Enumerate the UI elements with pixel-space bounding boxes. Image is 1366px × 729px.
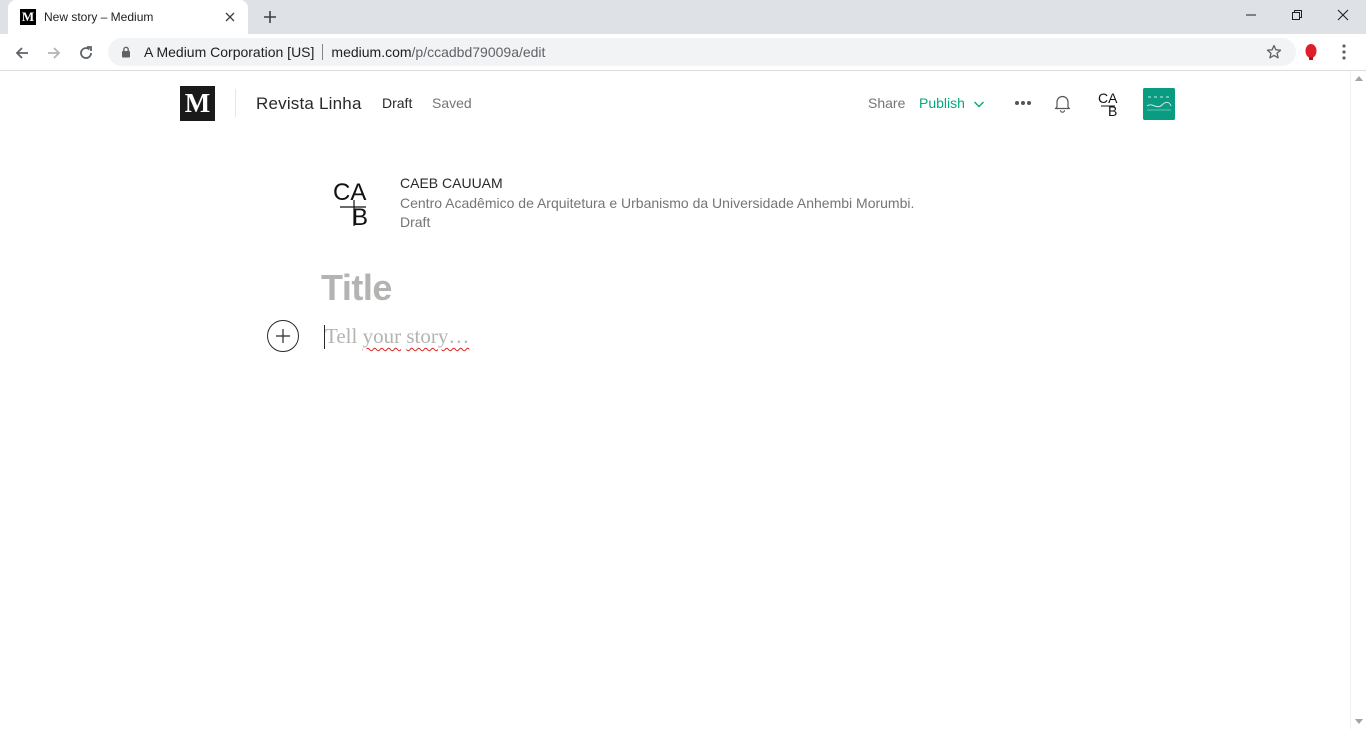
publication-avatar[interactable]: CA B — [1095, 89, 1125, 119]
title-placeholder[interactable]: Title — [321, 267, 392, 309]
plus-icon[interactable] — [267, 320, 299, 352]
author-logo[interactable]: CA B — [332, 178, 378, 231]
tab-strip: M New story – Medium — [0, 0, 1366, 34]
browser-toolbar: A Medium Corporation [US] medium.com/p/c… — [0, 34, 1366, 71]
user-avatar[interactable] — [1143, 88, 1175, 120]
url-path: /p/ccadbd79009a/edit — [411, 44, 546, 60]
browser-menu-icon[interactable] — [1336, 40, 1352, 64]
story-word: Tell — [325, 324, 358, 348]
vertical-scrollbar[interactable] — [1350, 71, 1366, 729]
publication-name[interactable]: Revista Linha — [256, 94, 362, 114]
omnibox-separator — [322, 44, 324, 60]
url-host: medium.com — [331, 44, 412, 60]
scroll-up-arrow-icon[interactable] — [1355, 76, 1363, 81]
minimize-button[interactable] — [1228, 0, 1274, 30]
svg-text:B: B — [1108, 103, 1117, 119]
browser-tab[interactable]: M New story – Medium — [8, 0, 248, 34]
address-bar[interactable]: A Medium Corporation [US] medium.com/p/c… — [108, 38, 1296, 66]
saved-status: Saved — [432, 95, 472, 111]
medium-favicon-icon: M — [20, 9, 36, 25]
reload-icon[interactable] — [72, 39, 100, 67]
site-identity: A Medium Corporation [US] — [144, 44, 315, 60]
restore-button[interactable] — [1274, 0, 1320, 30]
close-tab-icon[interactable] — [222, 9, 238, 25]
publish-button[interactable]: Publish — [919, 95, 985, 111]
tab-title: New story – Medium — [44, 10, 154, 24]
scroll-down-arrow-icon[interactable] — [1355, 719, 1363, 724]
share-button[interactable]: Share — [868, 95, 905, 111]
publish-label: Publish — [919, 95, 965, 111]
bell-icon[interactable] — [1053, 93, 1072, 113]
forward-arrow-icon[interactable] — [40, 39, 68, 67]
draft-label: Draft — [382, 95, 413, 111]
author-status: Draft — [400, 214, 431, 230]
story-word-misspelled: your — [362, 324, 402, 348]
author-name[interactable]: CAEB CAUUAM — [400, 175, 503, 191]
back-arrow-icon[interactable] — [8, 39, 36, 67]
more-dots-icon[interactable] — [1013, 95, 1033, 111]
lock-icon[interactable] — [120, 46, 132, 58]
profile-avatar-icon[interactable] — [1300, 41, 1322, 63]
bookmark-star-icon[interactable] — [1266, 44, 1282, 60]
chevron-down-icon — [973, 97, 985, 109]
author-bio: Centro Acadêmico de Arquitetura e Urbani… — [400, 195, 915, 211]
header-divider — [235, 89, 236, 117]
story-word-misspelled: story… — [406, 324, 470, 348]
author-logo-text-top: CA — [333, 179, 366, 206]
medium-logo[interactable]: M — [180, 86, 215, 121]
story-placeholder[interactable]: Tell your story… — [325, 324, 469, 349]
page-viewport: M Revista Linha Draft Saved Share Publis… — [0, 71, 1350, 729]
new-tab-button[interactable] — [258, 6, 282, 28]
close-window-button[interactable] — [1320, 0, 1366, 30]
